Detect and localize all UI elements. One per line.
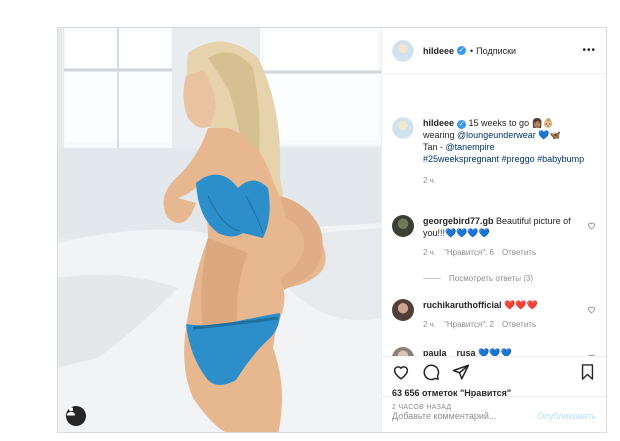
comment-body: ruchikaruthofficial ❤️❤️❤️ 2 ч. "Нравитс… bbox=[423, 299, 584, 331]
caption-line2-prefix: wearing bbox=[423, 130, 458, 140]
verified-badge-icon: ✓ bbox=[457, 120, 467, 129]
caption: hildeee ✓ 15 weeks to go 👩🏽👶🏼 wearing @lo… bbox=[392, 117, 596, 187]
comment-avatar[interactable] bbox=[392, 299, 414, 321]
photo-illustration bbox=[58, 28, 381, 432]
post-header: hildeee ✓ • Подписки ••• bbox=[382, 28, 606, 74]
user-tag-icon bbox=[67, 407, 75, 416]
comment-likes[interactable]: "Нравится": 6 bbox=[444, 247, 494, 259]
comment-reply-button[interactable]: Ответить bbox=[502, 319, 536, 331]
comment-icon[interactable] bbox=[422, 363, 440, 381]
caption-hashtags[interactable]: #25weekspregnant #preggo #babybump bbox=[423, 154, 584, 164]
comment-meta: 2 ч. "Нравится": 2 Ответить bbox=[423, 319, 584, 331]
caption-mention-link[interactable]: @loungeunderwear bbox=[457, 130, 536, 140]
caption-time[interactable]: 2 ч. bbox=[423, 175, 436, 187]
caption-line1: 15 weeks to go 👩🏽👶🏼 bbox=[468, 118, 554, 128]
following-button[interactable]: Подписки bbox=[476, 46, 516, 56]
comment-like-button[interactable] bbox=[584, 221, 596, 232]
comment-username[interactable]: georgebird77.gb bbox=[423, 216, 494, 226]
post-photo[interactable] bbox=[58, 28, 381, 432]
author-info: hildeee ✓ • Подписки bbox=[423, 46, 516, 56]
share-icon[interactable] bbox=[452, 363, 470, 381]
comment-meta: 2 ч. "Нравится": 6 Ответить bbox=[423, 247, 584, 259]
comment-time[interactable]: 2 ч. bbox=[423, 319, 436, 331]
add-comment-bar: Опубликовать bbox=[382, 396, 606, 432]
comment-likes[interactable]: "Нравится": 2 bbox=[444, 319, 494, 331]
action-icons bbox=[392, 357, 596, 387]
comment-like-button[interactable] bbox=[584, 305, 596, 316]
heart-icon bbox=[588, 222, 595, 230]
comment-body: georgebird77.gb Beautiful picture of you… bbox=[423, 215, 584, 259]
user-tag-button[interactable] bbox=[66, 406, 86, 426]
heart-icon[interactable] bbox=[392, 363, 410, 381]
caption-username[interactable]: hildeee bbox=[423, 118, 454, 128]
replies-line bbox=[423, 278, 441, 279]
comment-avatar[interactable] bbox=[392, 215, 414, 237]
comment-username[interactable]: ruchikaruthofficial bbox=[423, 300, 502, 310]
caption-meta: 2 ч. bbox=[423, 175, 596, 187]
caption-body: hildeee ✓ 15 weeks to go 👩🏽👶🏼 wearing @lo… bbox=[423, 117, 596, 187]
caption-line2-suffix: 💙🦋 bbox=[535, 130, 561, 140]
post-side-panel: hildeee ✓ • Подписки ••• hildeee ✓ 15 wee… bbox=[381, 28, 606, 432]
caption-avatar[interactable] bbox=[392, 117, 414, 139]
comment-item: ruchikaruthofficial ❤️❤️❤️ 2 ч. "Нравитс… bbox=[392, 299, 596, 331]
post-modal: hildeee ✓ • Подписки ••• hildeee ✓ 15 wee… bbox=[57, 27, 607, 433]
view-replies-button[interactable]: Посмотреть ответы (3) bbox=[423, 274, 533, 283]
comment-time[interactable]: 2 ч. bbox=[423, 247, 436, 259]
publish-button[interactable]: Опубликовать bbox=[537, 411, 596, 421]
caption-line3-prefix: Tan - bbox=[423, 142, 446, 152]
bookmark-icon[interactable] bbox=[579, 363, 596, 381]
separator-dot: • bbox=[470, 45, 474, 56]
comment-input[interactable] bbox=[392, 410, 538, 421]
caption-tan-mention-link[interactable]: @tanempire bbox=[446, 142, 495, 152]
heart-icon bbox=[588, 306, 595, 314]
more-options-button[interactable]: ••• bbox=[582, 45, 596, 56]
comment-item: georgebird77.gb Beautiful picture of you… bbox=[392, 215, 596, 259]
view-replies-label[interactable]: Посмотреть ответы (3) bbox=[449, 274, 533, 283]
author-username[interactable]: hildeee bbox=[423, 46, 454, 56]
verified-badge-icon: ✓ bbox=[457, 46, 467, 55]
author-avatar[interactable] bbox=[392, 39, 414, 62]
comment-text: ❤️❤️❤️ bbox=[504, 300, 538, 310]
comments-list[interactable]: hildeee ✓ 15 weeks to go 👩🏽👶🏼 wearing @lo… bbox=[382, 75, 606, 357]
comment-reply-button[interactable]: Ответить bbox=[502, 247, 536, 259]
